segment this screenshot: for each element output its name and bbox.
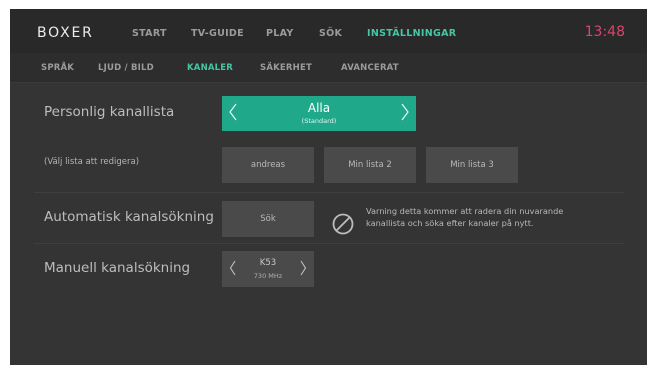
boxer-logo: BOXER	[37, 25, 94, 41]
personal-list-value: Alla	[307, 101, 331, 115]
personal-list-label: Personlig kanallista	[44, 104, 175, 120]
divider	[34, 192, 624, 193]
search-button-label: Sök	[260, 214, 276, 224]
auto-scan-label: Automatisk kanalsökning	[44, 209, 214, 225]
personal-list-selector[interactable]: Alla (Standard)	[222, 96, 416, 131]
subtab-kanaler[interactable]: KANALER	[187, 63, 233, 73]
sub-navigation: SPRÅK LJUD / BILD KANALER SÄKERHET AVANC…	[10, 53, 647, 83]
top-navigation: BOXER START TV-GUIDE PLAY SÖK INSTÄLLNIN…	[10, 9, 647, 53]
tab-play[interactable]: PLAY	[266, 28, 294, 39]
personal-list-subvalue: (Standard)	[301, 117, 337, 125]
channel-selector[interactable]: K53 730 MHz	[222, 251, 314, 287]
list-button-andreas[interactable]: andreas	[222, 147, 314, 183]
divider	[34, 243, 624, 244]
scan-warning-text: Varning detta kommer att radera din nuva…	[366, 205, 616, 229]
warning-line-2: kanallista och söka efter kanaler på nyt…	[366, 218, 534, 228]
tab-installningar[interactable]: INSTÄLLNINGAR	[367, 28, 456, 39]
list-button-label: Min lista 2	[348, 160, 392, 170]
list-button-label: andreas	[250, 160, 286, 170]
subtab-ljud-bild[interactable]: LJUD / BILD	[98, 63, 154, 73]
tab-start[interactable]: START	[132, 28, 167, 39]
chevron-right-icon[interactable]	[299, 259, 307, 281]
subtab-sprak[interactable]: SPRÅK	[41, 63, 74, 73]
warning-line-1: Varning detta kommer att radera din nuva…	[366, 206, 564, 216]
subtab-avancerat[interactable]: AVANCERAT	[341, 63, 399, 73]
tab-sok[interactable]: SÖK	[319, 28, 342, 39]
chevron-right-icon[interactable]	[400, 102, 410, 127]
tab-tv-guide[interactable]: TV-GUIDE	[191, 28, 244, 39]
clock: 13:48	[584, 24, 625, 40]
no-entry-icon	[332, 213, 354, 235]
list-button-min-lista-3[interactable]: Min lista 3	[426, 147, 518, 183]
list-button-min-lista-2[interactable]: Min lista 2	[324, 147, 416, 183]
list-button-label: Min lista 3	[450, 160, 494, 170]
search-button[interactable]: Sök	[222, 201, 314, 237]
tv-screen: BOXER START TV-GUIDE PLAY SÖK INSTÄLLNIN…	[10, 9, 647, 365]
manual-scan-label: Manuell kanalsökning	[44, 260, 191, 276]
subtab-sakerhet[interactable]: SÄKERHET	[260, 63, 312, 73]
edit-list-label: (Välj lista att redigera)	[44, 157, 140, 167]
